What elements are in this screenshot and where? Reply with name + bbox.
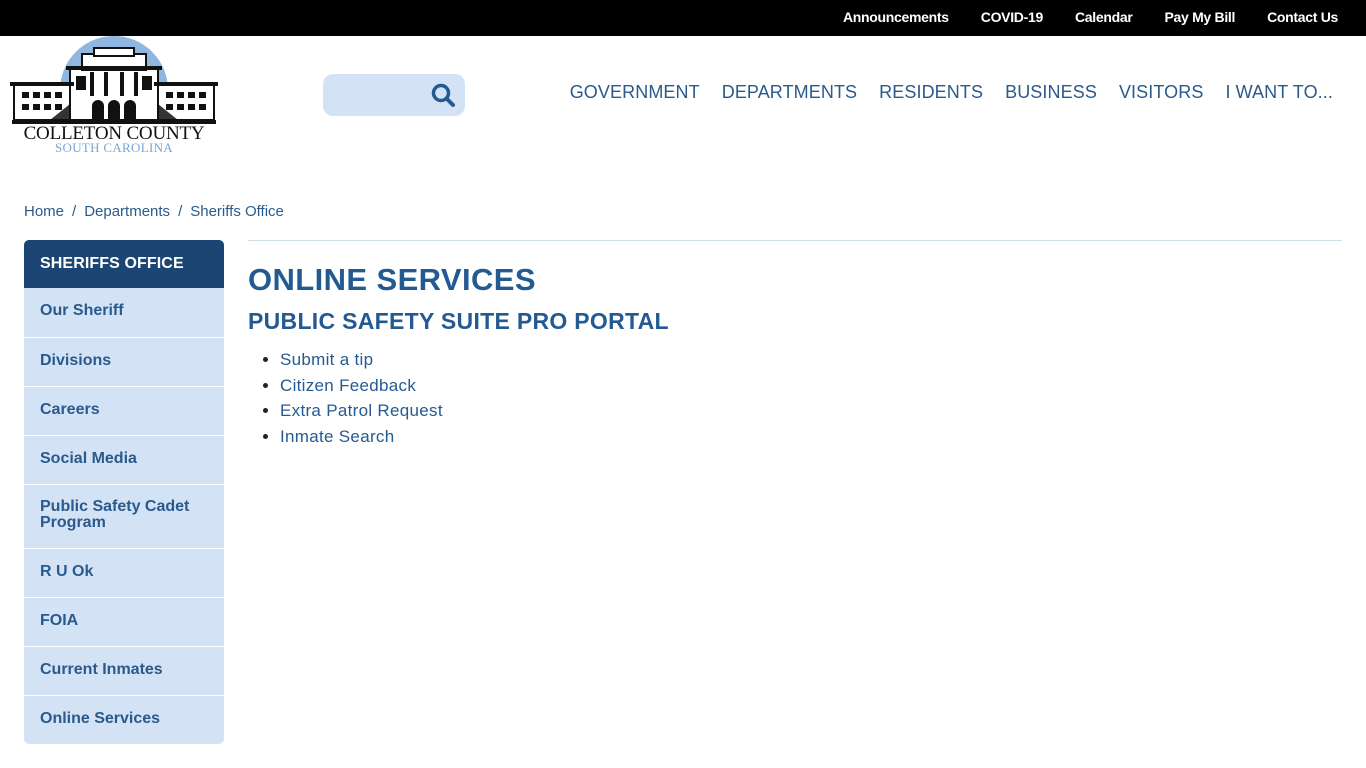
sidebar-item-our-sheriff[interactable]: Our Sheriff: [24, 288, 224, 337]
sidebar-item-public-safety-cadet-program[interactable]: Public Safety Cadet Program: [24, 484, 224, 548]
utility-link-covid-19[interactable]: COVID-19: [981, 9, 1043, 25]
sidebar-item-r-u-ok[interactable]: R U Ok: [24, 548, 224, 597]
utility-link-calendar[interactable]: Calendar: [1075, 9, 1133, 25]
breadcrumb-home[interactable]: Home: [24, 203, 64, 220]
sidebar-item-foia[interactable]: FOIA: [24, 597, 224, 646]
content-divider: [248, 240, 1342, 241]
main-navigation: GOVERNMENT DEPARTMENTS RESIDENTS BUSINES…: [548, 82, 1333, 103]
breadcrumb-sheriffs-office[interactable]: Sheriffs Office: [190, 203, 284, 220]
breadcrumb-departments[interactable]: Departments: [84, 203, 170, 220]
list-item: Inmate Search: [280, 424, 669, 450]
breadcrumb-separator: /: [178, 203, 183, 220]
sidebar-item-careers[interactable]: Careers: [24, 386, 224, 435]
link-citizen-feedback[interactable]: Citizen Feedback: [280, 376, 416, 395]
section-heading: PUBLIC SAFETY SUITE PRO PORTAL: [248, 308, 669, 334]
nav-business[interactable]: BUSINESS: [1005, 82, 1097, 103]
courthouse-icon: [10, 47, 218, 124]
sidebar-item-divisions[interactable]: Divisions: [24, 337, 224, 386]
nav-visitors[interactable]: VISITORS: [1119, 82, 1204, 103]
link-inmate-search[interactable]: Inmate Search: [280, 427, 394, 446]
main-content: ONLINE SERVICES PUBLIC SAFETY SUITE PRO …: [248, 262, 669, 449]
breadcrumb: Home / Departments / Sheriffs Office: [24, 203, 284, 220]
list-item: Citizen Feedback: [280, 373, 669, 399]
nav-government[interactable]: GOVERNMENT: [570, 82, 700, 103]
utility-bar: Announcements COVID-19 Calendar Pay My B…: [0, 0, 1366, 36]
link-submit-a-tip[interactable]: Submit a tip: [280, 350, 373, 369]
sidebar-title[interactable]: SHERIFFS OFFICE: [24, 240, 224, 288]
sidebar-item-social-media[interactable]: Social Media: [24, 435, 224, 484]
search-button[interactable]: [429, 81, 457, 109]
utility-link-announcements[interactable]: Announcements: [843, 9, 949, 25]
list-item: Extra Patrol Request: [280, 398, 669, 424]
nav-residents[interactable]: RESIDENTS: [879, 82, 983, 103]
county-logo[interactable]: COLLETON COUNTY SOUTH CAROLINA: [10, 36, 218, 158]
search-input[interactable]: [323, 74, 423, 116]
utility-link-pay-my-bill[interactable]: Pay My Bill: [1164, 9, 1235, 25]
breadcrumb-separator: /: [72, 203, 77, 220]
list-item: Submit a tip: [280, 347, 669, 373]
nav-departments[interactable]: DEPARTMENTS: [722, 82, 857, 103]
search-icon: [431, 83, 455, 107]
sidebar-item-current-inmates[interactable]: Current Inmates: [24, 646, 224, 695]
utility-link-contact-us[interactable]: Contact Us: [1267, 9, 1338, 25]
service-links: Submit a tip Citizen Feedback Extra Patr…: [248, 347, 669, 449]
link-extra-patrol-request[interactable]: Extra Patrol Request: [280, 401, 443, 420]
sidebar-item-online-services[interactable]: Online Services: [24, 695, 224, 744]
logo-state-name: SOUTH CAROLINA: [55, 140, 173, 155]
site-search: [323, 74, 465, 116]
nav-i-want-to[interactable]: I WANT TO...: [1225, 82, 1333, 103]
page-title: ONLINE SERVICES: [248, 262, 536, 297]
section-sidebar: SHERIFFS OFFICE Our Sheriff Divisions Ca…: [24, 240, 224, 744]
